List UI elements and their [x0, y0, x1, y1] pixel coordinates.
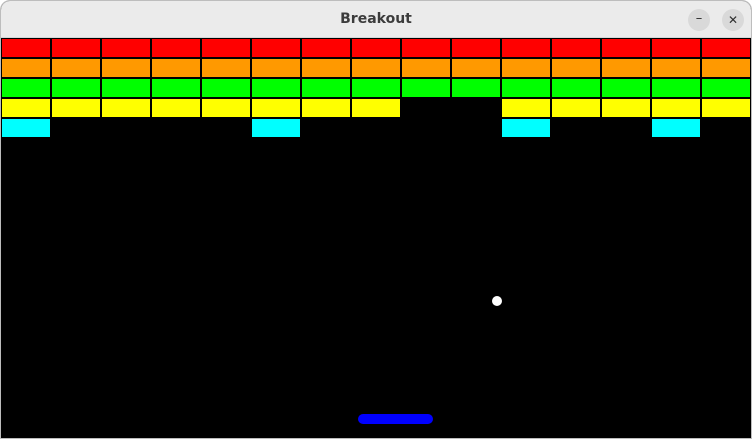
brick-red [101, 38, 151, 58]
brick-red [551, 38, 601, 58]
brick-yellow [551, 98, 601, 118]
brick-green [701, 78, 751, 98]
game-playfield[interactable] [1, 38, 751, 438]
brick-orange [551, 58, 601, 78]
minimize-button[interactable]: – [688, 9, 710, 31]
brick-orange [701, 58, 751, 78]
brick-green [251, 78, 301, 98]
brick-yellow [351, 98, 401, 118]
brick-yellow [1, 98, 51, 118]
brick-green [351, 78, 401, 98]
brick-green [451, 78, 501, 98]
brick-yellow [301, 98, 351, 118]
brick-yellow [501, 98, 551, 118]
brick-green [501, 78, 551, 98]
brick-green [1, 78, 51, 98]
brick-cyan [501, 118, 551, 138]
paddle[interactable] [358, 414, 433, 424]
ball [492, 296, 502, 306]
brick-orange [451, 58, 501, 78]
brick-red [401, 38, 451, 58]
brick-green [101, 78, 151, 98]
brick-red [51, 38, 101, 58]
game-window: Breakout – ✕ [0, 0, 752, 439]
brick-green [651, 78, 701, 98]
brick-red [1, 38, 51, 58]
close-button[interactable]: ✕ [722, 9, 744, 31]
brick-red [601, 38, 651, 58]
brick-red [451, 38, 501, 58]
brick-orange [401, 58, 451, 78]
window-title: Breakout [340, 11, 412, 27]
brick-orange [301, 58, 351, 78]
brick-red [201, 38, 251, 58]
brick-orange [151, 58, 201, 78]
brick-orange [601, 58, 651, 78]
brick-green [401, 78, 451, 98]
brick-orange [51, 58, 101, 78]
brick-red [251, 38, 301, 58]
brick-orange [201, 58, 251, 78]
brick-green [551, 78, 601, 98]
brick-yellow [601, 98, 651, 118]
brick-orange [351, 58, 401, 78]
brick-yellow [201, 98, 251, 118]
brick-orange [101, 58, 151, 78]
brick-orange [651, 58, 701, 78]
brick-yellow [101, 98, 151, 118]
brick-yellow [51, 98, 101, 118]
brick-green [601, 78, 651, 98]
brick-cyan [1, 118, 51, 138]
brick-green [301, 78, 351, 98]
brick-yellow [701, 98, 751, 118]
brick-red [651, 38, 701, 58]
brick-red [151, 38, 201, 58]
brick-cyan [651, 118, 701, 138]
brick-yellow [651, 98, 701, 118]
brick-green [151, 78, 201, 98]
brick-orange [251, 58, 301, 78]
brick-yellow [151, 98, 201, 118]
brick-cyan [251, 118, 301, 138]
brick-yellow [251, 98, 301, 118]
brick-red [351, 38, 401, 58]
brick-red [701, 38, 751, 58]
brick-red [301, 38, 351, 58]
brick-orange [1, 58, 51, 78]
title-bar[interactable]: Breakout – ✕ [1, 1, 751, 38]
brick-red [501, 38, 551, 58]
brick-green [51, 78, 101, 98]
brick-green [201, 78, 251, 98]
brick-orange [501, 58, 551, 78]
